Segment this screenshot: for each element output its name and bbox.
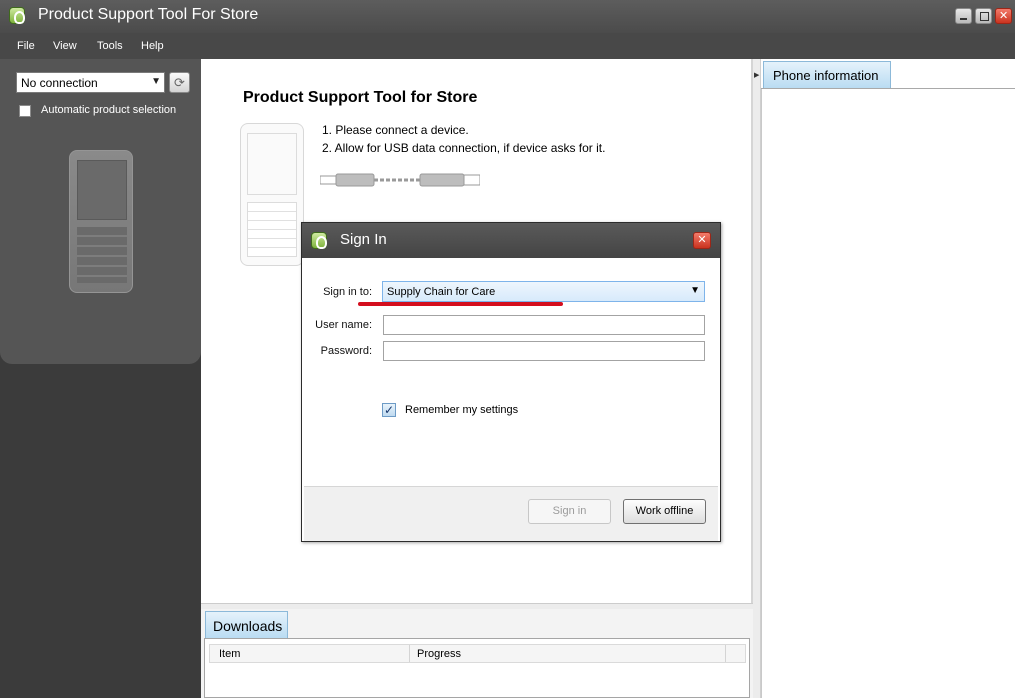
usb-cable-icon [320, 173, 480, 187]
tab-downloads[interactable]: Downloads [205, 611, 288, 639]
maximize-button[interactable] [975, 8, 992, 24]
phone-outline-keypad [247, 202, 297, 257]
dialog-title-bar: Sign In ✕ [302, 223, 720, 258]
device-panel: No connection ▼ ⟳ Automatic product sele… [0, 59, 201, 364]
sign-in-to-select[interactable]: Supply Chain for Care ▼ [382, 281, 705, 302]
checkmark-icon: ✓ [383, 403, 395, 417]
phone-screen [77, 160, 127, 220]
remember-settings-checkbox[interactable]: ✓ [382, 403, 396, 417]
collapse-arrow-icon[interactable]: ▶ [754, 71, 759, 79]
password-label: Password: [320, 345, 372, 357]
column-separator[interactable] [725, 645, 726, 662]
minimize-button[interactable] [955, 8, 972, 24]
downloads-panel: Downloads Item Progress [201, 609, 753, 698]
phone-outline-screen [247, 133, 297, 195]
downloads-list: Item Progress [204, 638, 750, 698]
sign-in-to-label: Sign in to: [323, 286, 372, 298]
instruction-step-1: 1. Please connect a device. [322, 123, 469, 137]
automatic-selection-label: Automatic product selection [41, 104, 177, 116]
instruction-step-2: 2. Allow for USB data connection, if dev… [322, 141, 606, 155]
dialog-title: Sign In [340, 231, 387, 248]
sign-in-button[interactable]: Sign in [528, 499, 611, 524]
chevron-down-icon: ▼ [690, 285, 700, 296]
menu-tools[interactable]: Tools [97, 40, 123, 52]
remember-settings-label: Remember my settings [405, 404, 519, 416]
right-panel-splitter[interactable]: ▶ [753, 59, 761, 698]
column-separator[interactable] [409, 645, 410, 662]
highlight-underline [358, 302, 563, 306]
username-label: User name: [315, 319, 372, 331]
password-field[interactable] [383, 341, 705, 361]
page-title: Product Support Tool for Store [243, 89, 478, 106]
left-panel: No connection ▼ ⟳ Automatic product sele… [0, 59, 201, 698]
sign-in-dialog: Sign In ✕ Sign in to: Supply Chain for C… [301, 222, 721, 542]
dialog-body: Sign in to: Supply Chain for Care ▼ User… [304, 258, 718, 486]
sign-in-to-value: Supply Chain for Care [387, 286, 496, 298]
column-progress[interactable]: Progress [417, 648, 461, 660]
phone-info-border [761, 89, 762, 698]
tab-underline [761, 88, 1015, 89]
menu-bar: File View Tools Help [0, 33, 1015, 59]
window-title: Product Support Tool For Store [38, 6, 259, 23]
menu-view[interactable]: View [53, 40, 77, 52]
title-bar: Product Support Tool For Store [0, 0, 1015, 33]
downloads-header: Item Progress [209, 644, 746, 663]
phone-outline-icon [240, 123, 304, 266]
menu-help[interactable]: Help [141, 40, 164, 52]
dialog-close-button[interactable]: ✕ [693, 232, 711, 249]
app-logo-icon [9, 7, 25, 24]
chevron-down-icon: ▼ [151, 76, 161, 87]
phone-keypad [77, 227, 127, 283]
automatic-selection-checkbox[interactable] [19, 105, 31, 117]
column-item[interactable]: Item [219, 648, 240, 660]
phone-silhouette-icon [69, 150, 133, 293]
dialog-footer: Sign in Work offline [304, 486, 718, 541]
close-window-button[interactable] [995, 8, 1012, 24]
refresh-button[interactable]: ⟳ [169, 72, 190, 93]
right-panel: ▶ Phone information [753, 59, 1015, 698]
work-offline-button[interactable]: Work offline [623, 499, 706, 524]
refresh-icon: ⟳ [174, 75, 185, 90]
menu-file[interactable]: File [17, 40, 35, 52]
username-field[interactable] [383, 315, 705, 335]
tab-phone-information[interactable]: Phone information [763, 61, 891, 89]
connection-value: No connection [21, 76, 98, 90]
app-logo-icon [311, 232, 327, 249]
connection-select[interactable]: No connection ▼ [16, 72, 165, 93]
